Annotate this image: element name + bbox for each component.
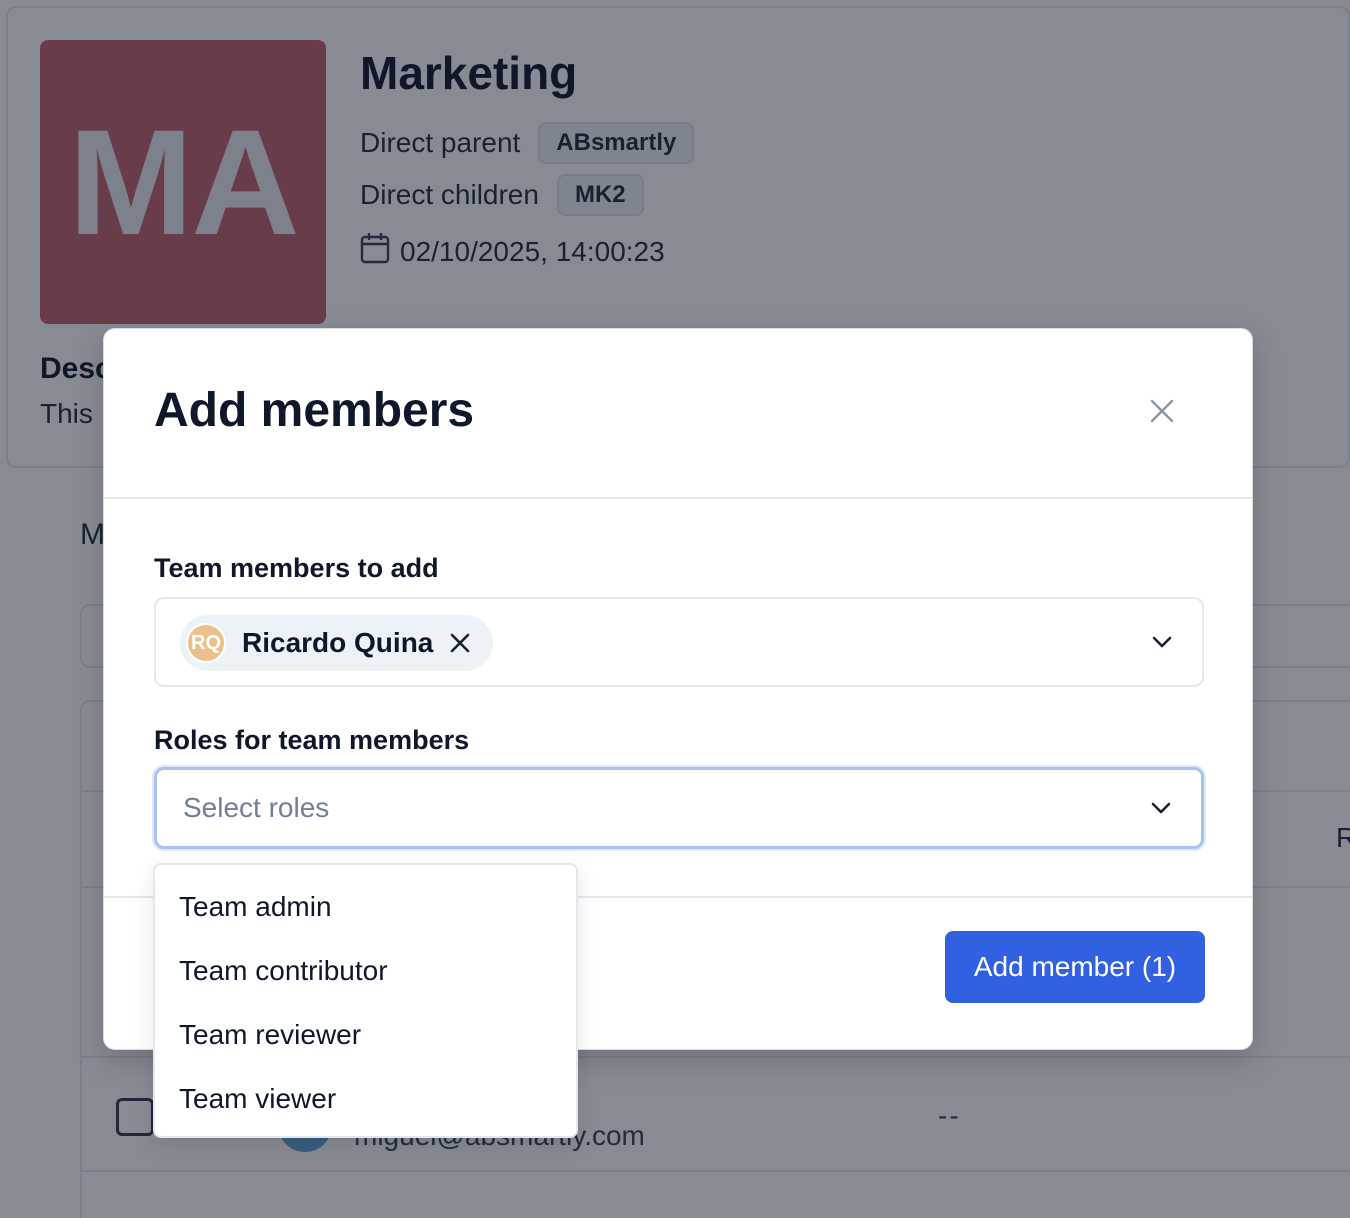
role-option-team-admin[interactable]: Team admin [155,875,576,939]
members-field-label: Team members to add [154,553,439,583]
roles-select[interactable]: Select roles [154,767,1204,849]
selected-member-tag: RQ Ricardo Quina [180,615,494,671]
chevron-down-icon[interactable] [1150,630,1174,654]
remove-member-button[interactable] [447,630,473,656]
role-option-team-contributor[interactable]: Team contributor [155,939,576,1003]
close-icon [1150,399,1174,428]
header-divider [104,497,1252,499]
members-select[interactable]: RQ Ricardo Quina [154,597,1204,687]
selected-member-name: Ricardo Quina [242,627,434,658]
add-member-button[interactable]: Add member (1) [945,931,1205,1003]
close-icon [451,633,470,653]
roles-field-label: Roles for team members [154,725,470,755]
dialog-title: Add members [154,384,475,437]
chevron-down-icon[interactable] [1149,796,1173,820]
roles-dropdown-menu: Team admin Team contributor Team reviewe… [153,863,578,1138]
role-option-team-reviewer[interactable]: Team reviewer [155,1003,576,1067]
avatar: RQ [186,623,226,663]
role-option-team-viewer[interactable]: Team viewer [155,1067,576,1131]
roles-placeholder: Select roles [183,792,330,823]
close-button[interactable] [1144,395,1180,431]
